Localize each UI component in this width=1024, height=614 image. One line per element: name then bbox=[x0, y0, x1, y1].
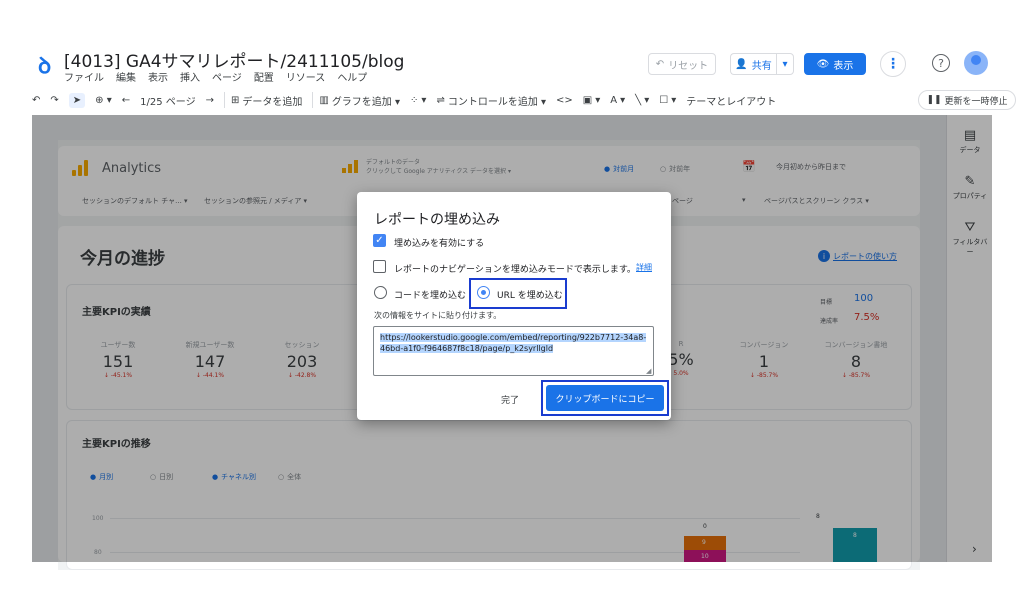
view-button[interactable]: 👁 表示 bbox=[804, 53, 866, 75]
pointer-icon[interactable]: ➤ bbox=[68, 92, 86, 108]
page-indicator[interactable]: 1/25 ページ bbox=[140, 93, 195, 108]
zoom-icon[interactable]: ⊕ ▾ bbox=[95, 95, 112, 106]
resize-handle-icon[interactable]: ◢ bbox=[646, 367, 651, 375]
more-options-icon[interactable]: ⋮ bbox=[880, 51, 906, 77]
add-control-label: コントロールを追加 ▾ bbox=[447, 96, 547, 108]
shape-chevron: ▾ bbox=[671, 94, 677, 106]
image-chevron: ▾ bbox=[595, 94, 601, 106]
share-button[interactable]: 👤 共有 bbox=[730, 53, 776, 75]
avatar[interactable] bbox=[964, 51, 988, 75]
undo-icon[interactable]: ↶ bbox=[32, 95, 40, 106]
show-navigation-checkbox[interactable] bbox=[373, 260, 386, 273]
community-icon: ⁘ bbox=[410, 94, 419, 106]
menu-resource[interactable]: リソース bbox=[286, 69, 326, 84]
toolbar-divider bbox=[312, 92, 314, 108]
pause-icon: ❚❚ bbox=[926, 95, 942, 105]
looker-studio-logo-icon[interactable]: ꝺ bbox=[38, 50, 56, 79]
redo-icon[interactable]: ↷ bbox=[50, 95, 58, 106]
embed-url-label[interactable]: URL を埋め込む bbox=[497, 288, 563, 301]
menu-file[interactable]: ファイル bbox=[64, 69, 104, 84]
view-label: 表示 bbox=[833, 60, 854, 72]
shape-icon: ☐ bbox=[659, 94, 669, 106]
menu-help[interactable]: ヘルプ bbox=[337, 69, 367, 84]
prev-page-icon[interactable]: ← bbox=[122, 95, 130, 106]
text-icon: A bbox=[610, 94, 618, 106]
control-icon: ⇌ bbox=[436, 94, 445, 106]
done-button[interactable]: 完了 bbox=[492, 390, 528, 408]
detail-link[interactable]: 詳細 bbox=[636, 262, 652, 273]
reset-label: リセット bbox=[668, 60, 709, 72]
add-data-button[interactable]: ⊞ データを追加 bbox=[231, 93, 302, 108]
line-icon: ╲ bbox=[635, 94, 642, 106]
next-page-icon[interactable]: → bbox=[206, 95, 214, 106]
enable-embed-label[interactable]: 埋め込みを有効にする bbox=[394, 236, 484, 249]
code-embed-icon[interactable]: <> bbox=[556, 95, 573, 106]
enable-embed-checkbox[interactable]: ✓ bbox=[373, 234, 386, 247]
copy-to-clipboard-button[interactable]: クリップボードにコピー bbox=[546, 385, 664, 411]
add-data-label: データを追加 bbox=[242, 96, 303, 108]
chevron-down-icon: ▾ bbox=[782, 58, 788, 70]
paste-instruction: 次の情報をサイトに貼り付けます。 bbox=[374, 311, 502, 320]
menu-view[interactable]: 表示 bbox=[148, 69, 168, 84]
checkmark-icon: ✓ bbox=[375, 235, 384, 246]
add-chart-icon: ▥ bbox=[319, 94, 329, 106]
show-navigation-label[interactable]: レポートのナビゲーションを埋め込みモードで表示します。 bbox=[394, 262, 636, 275]
add-chart-label: グラフを追加 ▾ bbox=[331, 96, 401, 108]
embed-url-radio[interactable] bbox=[477, 286, 490, 299]
share-dropdown-button[interactable]: ▾ bbox=[776, 53, 794, 75]
menu-arrange[interactable]: 配置 bbox=[254, 69, 274, 84]
text-chevron: ▾ bbox=[620, 94, 626, 106]
community-chevron: ▾ bbox=[421, 94, 427, 106]
pause-label: 更新を一時停止 bbox=[944, 96, 1008, 107]
toolbar-divider bbox=[223, 92, 225, 108]
pause-update-button[interactable]: ❚❚ 更新を一時停止 bbox=[918, 90, 1016, 110]
menu-edit[interactable]: 編集 bbox=[116, 69, 136, 84]
dialog-title: レポートの埋め込み bbox=[374, 212, 500, 228]
add-person-icon: 👤 bbox=[735, 58, 748, 70]
embed-url-text: https://lookerstudio.google.com/embed/re… bbox=[380, 333, 647, 353]
add-control-button[interactable]: ⇌ コントロールを追加 ▾ bbox=[436, 93, 546, 108]
menu-bar: ファイル 編集 表示 挿入 ページ 配置 リソース ヘルプ bbox=[64, 69, 367, 84]
embed-code-radio[interactable] bbox=[374, 286, 387, 299]
toolbar: ↶ ↷ ➤ ⊕ ▾ ← 1/25 ページ → ⊞ データを追加 ▥ グラフを追加 ▾… bbox=[32, 88, 1016, 112]
shape-button[interactable]: ☐ ▾ bbox=[659, 95, 676, 106]
add-data-icon: ⊞ bbox=[230, 94, 240, 106]
theme-layout-button[interactable]: テーマとレイアウト bbox=[686, 93, 776, 108]
menu-insert[interactable]: 挿入 bbox=[180, 69, 200, 84]
eye-icon: 👁 bbox=[816, 58, 830, 70]
help-icon[interactable]: ? bbox=[932, 54, 950, 72]
share-label: 共有 bbox=[751, 60, 772, 72]
text-button[interactable]: A ▾ bbox=[610, 95, 625, 106]
embed-url-textarea[interactable]: https://lookerstudio.google.com/embed/re… bbox=[373, 326, 654, 376]
image-icon: ▣ bbox=[582, 94, 593, 106]
menu-page[interactable]: ページ bbox=[212, 69, 242, 84]
community-viz-button[interactable]: ⁘ ▾ bbox=[410, 95, 426, 106]
line-button[interactable]: ╲ ▾ bbox=[635, 95, 649, 106]
add-chart-button[interactable]: ▥ グラフを追加 ▾ bbox=[319, 93, 400, 108]
embed-code-label[interactable]: コードを埋め込む bbox=[394, 288, 466, 301]
line-chevron: ▾ bbox=[644, 94, 650, 106]
image-button[interactable]: ▣ ▾ bbox=[583, 95, 600, 106]
reset-button[interactable]: ↶ リセット bbox=[648, 53, 716, 75]
undo-arrow-icon: ↶ bbox=[655, 58, 665, 70]
